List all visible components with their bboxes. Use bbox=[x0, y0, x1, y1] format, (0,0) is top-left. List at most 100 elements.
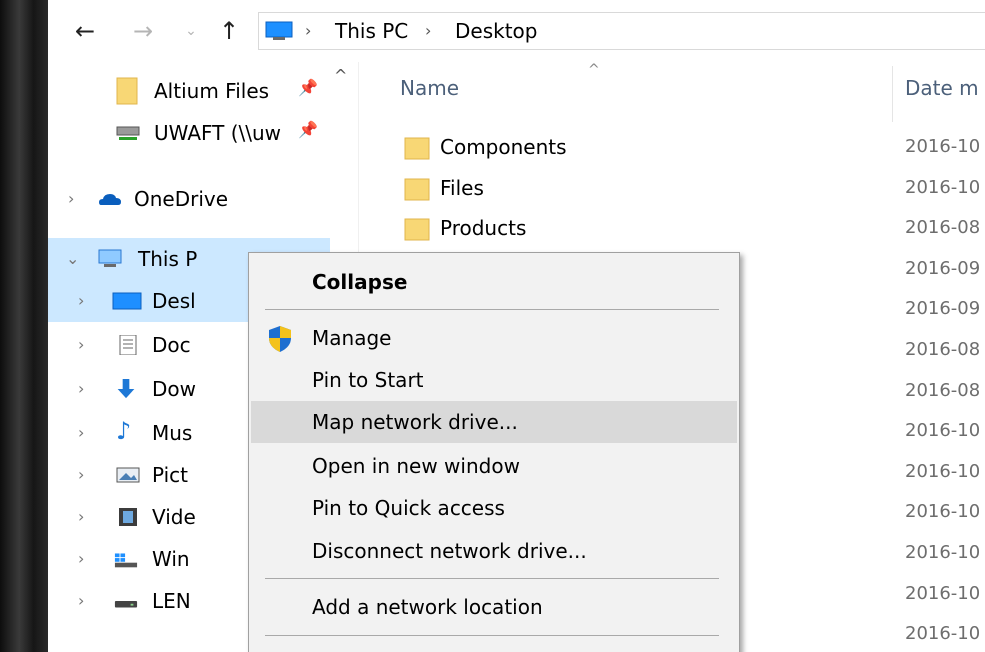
file-date: 2016-08 bbox=[905, 217, 981, 238]
collapse-chevron-icon[interactable]: ⌄ bbox=[66, 248, 79, 270]
file-date: 2016-10 bbox=[905, 501, 981, 522]
nav-item-label: Mus bbox=[152, 421, 193, 445]
file-date: 2016-08 bbox=[905, 339, 981, 360]
network-drive-icon bbox=[116, 126, 140, 140]
menu-item-label: Open in new window bbox=[312, 454, 520, 478]
expand-chevron-icon[interactable]: › bbox=[78, 378, 84, 400]
file-name: Files bbox=[440, 176, 484, 200]
menu-item-open-new-window[interactable]: Open in new window bbox=[251, 445, 737, 487]
menu-item-label: Map network drive... bbox=[312, 410, 518, 434]
expand-chevron-icon[interactable]: › bbox=[78, 290, 84, 312]
column-header-date[interactable]: Date m bbox=[905, 76, 979, 100]
menu-item-disconnect-network-drive[interactable]: Disconnect network drive... bbox=[251, 530, 737, 572]
menu-item-pin-quick-access[interactable]: Pin to Quick access bbox=[251, 487, 737, 529]
file-row[interactable]: Files 2016-10 bbox=[360, 169, 985, 209]
menu-item-pin-to-start[interactable]: Pin to Start bbox=[251, 359, 737, 401]
menu-item-add-network-location[interactable]: Add a network location bbox=[251, 586, 737, 628]
windows-drive-icon bbox=[114, 553, 138, 568]
menu-item-manage[interactable]: Manage bbox=[251, 317, 737, 359]
folder-icon bbox=[404, 137, 430, 160]
expand-chevron-icon[interactable]: › bbox=[78, 464, 84, 486]
file-name: Components bbox=[440, 135, 567, 159]
uac-shield-icon bbox=[269, 326, 291, 352]
nav-item-label: Doc bbox=[152, 333, 191, 357]
folder-icon bbox=[404, 218, 430, 241]
expand-chevron-icon[interactable]: › bbox=[68, 188, 74, 210]
this-pc-icon bbox=[265, 21, 293, 40]
file-date: 2016-10 bbox=[905, 461, 981, 482]
nav-item-uwaft[interactable]: UWAFT (\\uw 📌 bbox=[48, 112, 330, 154]
pin-icon[interactable]: 📌 bbox=[298, 78, 318, 97]
file-row[interactable]: Components 2016-10 bbox=[360, 128, 985, 168]
expand-chevron-icon[interactable]: › bbox=[78, 422, 84, 444]
file-name: Products bbox=[440, 216, 527, 240]
nav-item-label: UWAFT (\\uw bbox=[154, 121, 282, 145]
file-date: 2016-09 bbox=[905, 258, 981, 279]
expand-chevron-icon[interactable]: › bbox=[78, 590, 84, 612]
nav-item-label: Pict bbox=[152, 463, 189, 487]
scroll-up-arrow-icon[interactable]: ^ bbox=[334, 66, 347, 85]
column-header-name[interactable]: Name bbox=[400, 76, 459, 100]
menu-item-label: Disconnect network drive... bbox=[312, 539, 587, 563]
sort-ascending-icon: ^ bbox=[588, 62, 600, 78]
downloads-icon bbox=[117, 379, 135, 399]
column-separator[interactable] bbox=[892, 66, 893, 122]
file-row[interactable]: Products 2016-08 bbox=[360, 209, 985, 249]
breadcrumb-desktop[interactable]: Desktop bbox=[455, 19, 537, 43]
music-icon: ♪ bbox=[116, 417, 132, 445]
folder-icon bbox=[116, 77, 138, 105]
nav-item-onedrive[interactable]: › OneDrive bbox=[48, 178, 330, 220]
nav-item-label: Dow bbox=[152, 377, 196, 401]
menu-item-collapse[interactable]: Collapse bbox=[251, 261, 737, 303]
up-arrow-icon[interactable]: ↑ bbox=[214, 16, 244, 46]
back-arrow-icon[interactable]: ← bbox=[70, 16, 100, 46]
recent-locations-chevron-icon[interactable]: ⌄ bbox=[176, 16, 206, 46]
breadcrumb-separator-icon: › bbox=[305, 21, 312, 40]
documents-icon bbox=[119, 335, 137, 355]
nav-item-label: Altium Files bbox=[154, 79, 270, 103]
file-date: 2016-10 bbox=[905, 177, 981, 198]
pin-icon[interactable]: 📌 bbox=[298, 120, 318, 139]
forward-arrow-icon[interactable]: → bbox=[128, 16, 158, 46]
nav-item-label: Desl bbox=[152, 289, 196, 313]
file-date: 2016-09 bbox=[905, 298, 981, 319]
menu-separator bbox=[265, 309, 719, 310]
file-date: 2016-10 bbox=[905, 623, 981, 644]
desktop-background bbox=[0, 0, 48, 652]
menu-separator bbox=[265, 635, 719, 636]
file-date: 2016-08 bbox=[905, 380, 981, 401]
breadcrumb-separator-icon: › bbox=[425, 21, 432, 40]
file-date: 2016-10 bbox=[905, 583, 981, 604]
context-menu: Collapse Manage Pin to Start Map network… bbox=[248, 252, 740, 652]
expand-chevron-icon[interactable]: › bbox=[78, 506, 84, 528]
videos-icon bbox=[119, 508, 137, 526]
nav-item-label: Vide bbox=[152, 505, 196, 529]
menu-separator bbox=[265, 578, 719, 579]
file-date: 2016-10 bbox=[905, 420, 981, 441]
navigation-bar: ← → ⌄ ↑ › This PC › Desktop bbox=[48, 0, 985, 62]
this-pc-icon bbox=[98, 249, 122, 267]
expand-chevron-icon[interactable]: › bbox=[78, 334, 84, 356]
nav-item-label: Win bbox=[152, 547, 190, 571]
menu-item-label: Collapse bbox=[312, 270, 408, 294]
onedrive-icon bbox=[99, 194, 121, 205]
menu-item-label: Pin to Start bbox=[312, 368, 424, 392]
menu-item-map-network-drive[interactable]: Map network drive... bbox=[251, 401, 737, 443]
file-explorer-window: ← → ⌄ ↑ › This PC › Desktop Altium Files… bbox=[48, 0, 985, 652]
expand-chevron-icon[interactable]: › bbox=[78, 548, 84, 570]
menu-item-label: Pin to Quick access bbox=[312, 496, 505, 520]
file-date: 2016-10 bbox=[905, 542, 981, 563]
folder-icon bbox=[404, 178, 430, 201]
nav-item-label: This P bbox=[138, 247, 198, 271]
menu-item-label: Manage bbox=[312, 326, 392, 350]
nav-item-altium-files[interactable]: Altium Files 📌 bbox=[48, 70, 330, 112]
nav-item-label: OneDrive bbox=[134, 187, 229, 211]
desktop-icon bbox=[112, 292, 142, 310]
breadcrumb-this-pc[interactable]: This PC bbox=[335, 19, 408, 43]
address-bar[interactable]: › This PC › Desktop bbox=[258, 12, 985, 50]
nav-item-label: LEN bbox=[152, 589, 191, 613]
drive-icon bbox=[114, 601, 138, 608]
pictures-icon bbox=[116, 467, 140, 483]
file-date: 2016-10 bbox=[905, 136, 981, 157]
menu-item-label: Add a network location bbox=[312, 595, 543, 619]
